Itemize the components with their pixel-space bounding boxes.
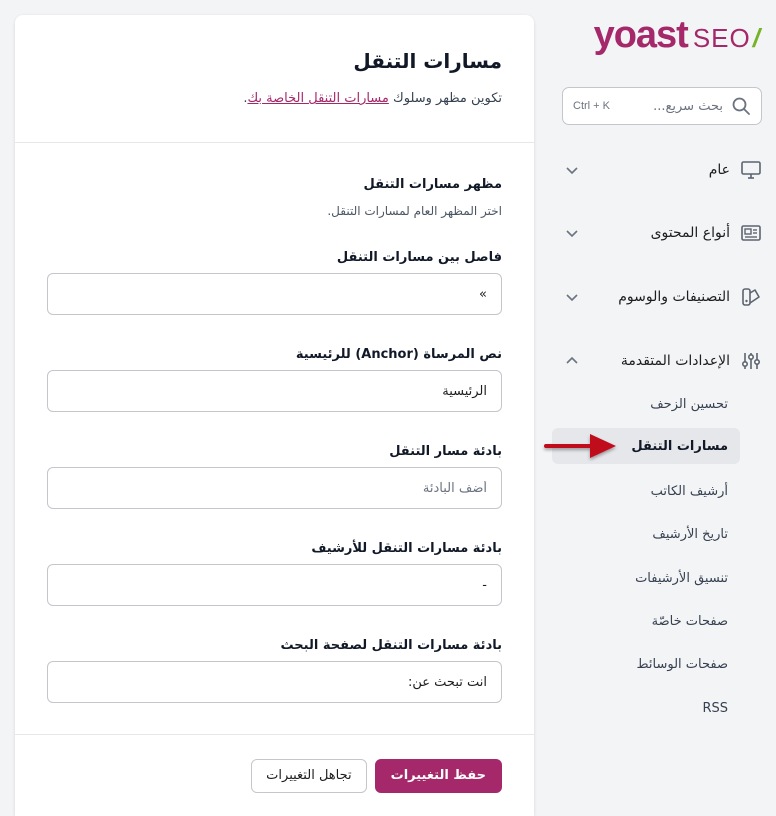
search-prefix-input[interactable]	[47, 661, 502, 703]
field-home-anchor: نص المرساة (Anchor) للرئيسية	[47, 347, 502, 412]
logo-slash: /	[752, 23, 760, 53]
chevron-up-icon	[566, 356, 578, 364]
field-label: بادئة مسار التنقل	[389, 444, 502, 459]
home-anchor-input[interactable]	[47, 370, 502, 412]
annotation-arrow-icon	[544, 434, 616, 458]
sidebar-item-format-archives[interactable]: تنسيق الأرشيفات	[552, 560, 740, 596]
save-changes-button[interactable]: حفظ التغييرات	[374, 758, 502, 793]
color-swatch-icon	[740, 286, 762, 308]
chevron-down-icon	[566, 294, 578, 302]
prefix-input[interactable]	[47, 467, 502, 509]
sidebar-group-general[interactable]: عام	[562, 155, 762, 185]
logo-suffix: SEO	[692, 23, 751, 53]
sidebar-item-author-archives[interactable]: أرشيف الكاتب	[552, 473, 740, 509]
search-icon	[732, 97, 750, 115]
sidebar-group-label: أنواع المحتوى	[650, 225, 730, 241]
card-footer: حفظ التغييرات تجاهل التغييرات	[15, 734, 534, 816]
sidebar-item-crawl-optimization[interactable]: تحسين الزحف	[552, 386, 740, 422]
sidebar-group-advanced[interactable]: الإعدادات المتقدمة	[562, 346, 762, 376]
card-body: مظهر مسارات التنقل اختر المظهر العام لمس…	[15, 143, 534, 703]
sidebar-item-rss[interactable]: RSS	[552, 690, 740, 726]
field-separator: فاصل بين مسارات التنقل	[47, 250, 502, 315]
search-shortcut: Ctrl + K	[573, 100, 610, 112]
sidebar-group-label: التصنيفات والوسوم	[618, 289, 730, 305]
archive-prefix-input[interactable]	[47, 564, 502, 606]
separator-input[interactable]	[47, 273, 502, 315]
field-prefix: بادئة مسار التنقل	[47, 444, 502, 509]
field-archive-prefix: بادئة مسارات التنقل للأرشيف	[47, 541, 502, 606]
page-description: تكوين مظهر وسلوك مسارات التنقل الخاصة بك…	[47, 91, 502, 106]
field-label: فاصل بين مسارات التنقل	[336, 250, 502, 265]
quick-search-input[interactable]: بحث سريع... Ctrl + K	[562, 87, 762, 125]
sidebar-item-date-archives[interactable]: تاريخ الأرشيف	[552, 516, 740, 552]
sidebar-item-special-pages[interactable]: صفحات خاصّة	[552, 603, 740, 639]
section-description: اختر المظهر العام لمسارات التنقل.	[327, 204, 502, 218]
sidebar-item-media-pages[interactable]: صفحات الوسائط	[552, 646, 740, 682]
card-header: مسارات التنقل تكوين مظهر وسلوك مسارات ال…	[15, 15, 534, 143]
logo-brand: yoast	[593, 14, 689, 56]
settings-card: مسارات التنقل تكوين مظهر وسلوك مسارات ال…	[15, 15, 534, 816]
breadcrumbs-help-link[interactable]: مسارات التنقل الخاصة بك	[247, 91, 388, 106]
discard-changes-button[interactable]: تجاهل التغييرات	[251, 758, 367, 793]
sidebar-group-content-types[interactable]: أنواع المحتوى	[562, 218, 762, 248]
sidebar-group-taxonomies[interactable]: التصنيفات والوسوم	[562, 282, 762, 312]
field-label: نص المرساة (Anchor) للرئيسية	[295, 347, 502, 362]
adjustments-icon	[740, 350, 762, 372]
chevron-down-icon	[566, 230, 578, 238]
description-prefix: تكوين مظهر وسلوك	[388, 91, 502, 106]
yoast-seo-logo: yoast SEO /	[594, 14, 760, 57]
field-label: بادئة مسارات التنقل للأرشيف	[311, 541, 502, 556]
field-search-prefix: بادئة مسارات التنقل لصفحة البحث	[47, 638, 502, 703]
page-title: مسارات التنقل	[353, 49, 502, 73]
newspaper-icon	[740, 222, 762, 244]
chevron-down-icon	[566, 167, 578, 175]
search-placeholder: بحث سريع...	[653, 98, 723, 114]
section-title: مظهر مسارات التنقل	[363, 177, 502, 192]
field-label: بادئة مسارات التنقل لصفحة البحث	[280, 638, 502, 653]
sidebar-group-label: عام	[708, 162, 730, 178]
desktop-icon	[740, 159, 762, 181]
sidebar-group-label: الإعدادات المتقدمة	[620, 353, 730, 369]
